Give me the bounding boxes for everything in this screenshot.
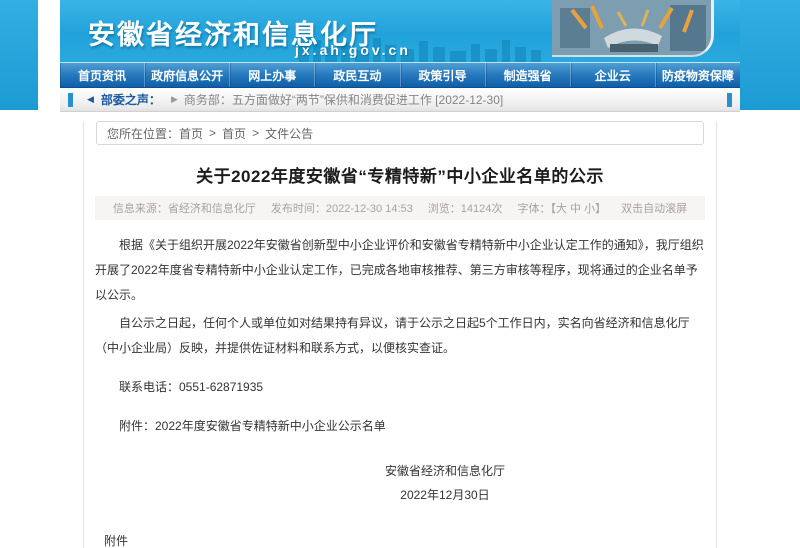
page: 安徽省经济和信息化厅 jx.ah.gov.cn 首页资讯 政府信息公开 网上办事… <box>0 0 800 548</box>
breadcrumb-link-home[interactable]: 首页 <box>179 125 203 142</box>
background-strip-left <box>0 0 38 110</box>
nav-item-public-interaction[interactable]: 政民互动 <box>315 63 401 87</box>
factory-photo <box>552 0 714 57</box>
nav-item-manufacturing-province[interactable]: 制造强省 <box>486 63 571 87</box>
news-ticker: ◀ 部委之声： ▶ 商务部：五方面做好“两节”保供和消费促进工作 [2022-1… <box>60 88 740 112</box>
attachment-line: 附件：2022年度安徽省专精特新中小企业公示名单 <box>119 419 386 433</box>
site-url: jx.ah.gov.cn <box>295 42 411 58</box>
nav-item-online-services[interactable]: 网上办事 <box>230 63 316 87</box>
page-title: 关于2022年度安徽省“专精特新”中小企业名单的公示 <box>196 167 604 186</box>
site-container: 安徽省经济和信息化厅 jx.ah.gov.cn 首页资讯 政府信息公开 网上办事… <box>60 0 740 548</box>
ticker-left-accent <box>68 92 73 107</box>
ticker-news-link[interactable]: 商务部：五方面做好“两节”保供和消费促进工作 [2022-12-30] <box>184 91 503 108</box>
meta-publish-time: 发布时间：2022-12-30 14:53 <box>270 203 413 215</box>
article-body: 根据《关于组织开展2022年安徽省创新型中小企业评价和安徽省专精特新中小企业认定… <box>95 233 705 548</box>
appendix-label: 附件 <box>104 534 129 548</box>
site-banner: 安徽省经济和信息化厅 jx.ah.gov.cn <box>60 0 740 62</box>
meta-source: 信息来源：省经济和信息化厅 <box>112 203 256 215</box>
ticker-label: 部委之声： <box>100 93 161 107</box>
breadcrumb-link-home-2[interactable]: 首页 <box>222 125 246 142</box>
ticker-right-accent <box>727 92 732 107</box>
article-container: 您所在位置： 首页 > 首页 > 文件公告 关于2022年度安徽省“专精特新”中… <box>83 121 717 548</box>
paragraph-2: 自公示之日起，任何个人或单位如对结果持有异议，请于公示之日起5个工作日内，实名向… <box>95 316 690 355</box>
nav-item-gov-info[interactable]: 政府信息公开 <box>145 63 231 87</box>
main-nav: 首页资讯 政府信息公开 网上办事 政民互动 政策引导 制造强省 企业云 防疫物资… <box>60 62 740 88</box>
meta-views: 浏览：14124次 <box>427 203 503 215</box>
article-meta: 信息来源：省经济和信息化厅 发布时间：2022-12-30 14:53 浏览：1… <box>95 196 705 220</box>
breadcrumb-current: 文件公告 <box>265 126 314 141</box>
contact-phone: 联系电话：0551-62871935 <box>119 380 264 394</box>
font-size-options[interactable]: 【大 中 小】 <box>550 203 606 215</box>
nav-item-home-news[interactable]: 首页资讯 <box>60 63 146 87</box>
breadcrumb-separator: > <box>209 126 217 140</box>
breadcrumb-separator: > <box>252 126 260 140</box>
nav-item-enterprise-cloud[interactable]: 企业云 <box>571 63 656 87</box>
nav-item-policy-guidance[interactable]: 政策引导 <box>401 63 486 87</box>
paragraph-1: 根据《关于组织开展2022年安徽省创新型中小企业评价和安徽省专精特新中小企业认定… <box>95 238 704 302</box>
meta-autoscroll-hint[interactable]: 双击自动滚屏 <box>621 203 687 215</box>
assembly-line-graphic <box>552 0 711 55</box>
breadcrumb-prefix: 您所在位置： <box>107 126 180 141</box>
signature-org: 安徽省经济和信息化厅 <box>384 464 505 478</box>
nav-item-epidemic-supplies[interactable]: 防疫物资保障 <box>656 63 740 87</box>
ticker-bullet-icon: ▶ <box>170 94 178 104</box>
ticker-prev-icon[interactable]: ◀ <box>87 94 94 105</box>
breadcrumb: 您所在位置： 首页 > 首页 > 文件公告 <box>96 121 704 145</box>
signature-date: 2022年12月30日 <box>400 488 490 502</box>
signature-block: 安徽省经济和信息化厅 2022年12月30日 <box>385 459 505 507</box>
meta-font-label: 字体： <box>517 203 551 215</box>
content-area: 您所在位置： 首页 > 首页 > 文件公告 关于2022年度安徽省“专精特新”中… <box>60 112 740 548</box>
